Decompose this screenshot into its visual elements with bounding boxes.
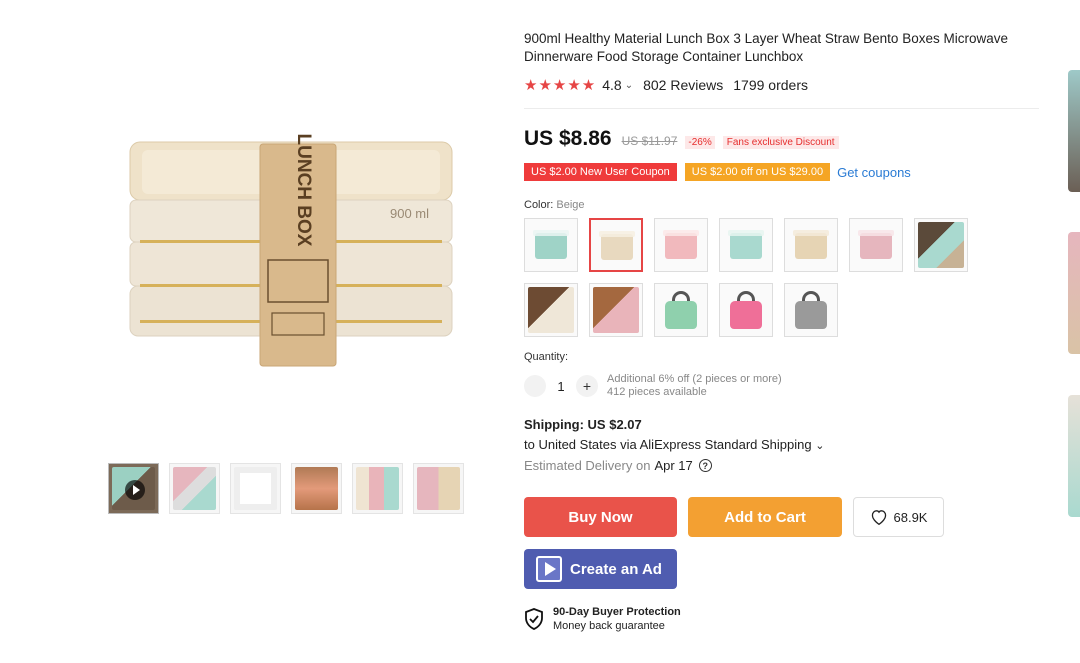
price-row: US $8.86 US $11.97 -26% Fans exclusive D… (524, 127, 1044, 151)
main-product-image[interactable]: LUNCH BOX 900 ml (100, 70, 480, 440)
original-price: US $11.97 (621, 134, 678, 148)
buyer-protection: 90-Day Buyer Protection Money back guara… (524, 605, 1044, 633)
thumbnail-3[interactable] (230, 463, 281, 514)
protection-text: 90-Day Buyer Protection Money back guara… (553, 605, 681, 633)
divider (524, 108, 1039, 109)
shipping-cost: Shipping: US $2.07 (524, 417, 1044, 432)
store-coupon[interactable]: US $2.00 off on US $29.00 (684, 163, 831, 181)
shipping-route-text: to United States via AliExpress Standard… (524, 437, 812, 452)
thumbnail-4[interactable] (291, 463, 342, 514)
recommendation-image-2[interactable] (1068, 232, 1080, 354)
rating-value[interactable]: 4.8 (602, 77, 621, 93)
quantity-value[interactable]: 1 (546, 379, 576, 394)
help-icon[interactable]: ? (698, 459, 712, 472)
fans-discount-badge: Fans exclusive Discount (722, 136, 839, 149)
play-icon (125, 480, 145, 500)
wishlist-button[interactable]: 68.9K (853, 497, 944, 537)
thumbnail-video[interactable] (108, 463, 159, 514)
quantity-increase-button[interactable]: + (576, 375, 598, 397)
thumbnail-strip (108, 463, 464, 514)
recommendation-image-1[interactable] (1068, 70, 1080, 192)
swatch-beige-box-2[interactable] (784, 218, 838, 272)
quantity-label: Quantity: (524, 351, 569, 363)
lid-capacity-text: 900 ml (390, 206, 429, 221)
protection-title: 90-Day Buyer Protection (553, 606, 681, 618)
color-label: Color: Beige (524, 199, 1044, 211)
thumbnail-5[interactable] (352, 463, 403, 514)
discount-badge: -26% (685, 136, 715, 149)
swatch-pink-bag[interactable] (719, 283, 773, 337)
buy-now-button[interactable]: Buy Now (524, 497, 677, 537)
rating-stars-icon: ★★★★★ (524, 77, 597, 94)
thumbnail-6[interactable] (413, 463, 464, 514)
wishlist-count: 68.9K (893, 509, 928, 525)
color-swatches (524, 218, 1044, 337)
band-brand-text: LUNCH BOX (293, 134, 314, 247)
swatch-pink-box-2[interactable] (849, 218, 903, 272)
product-info: 900ml Healthy Material Lunch Box 3 Layer… (524, 30, 1044, 633)
orders-count: 1799 orders (733, 77, 808, 93)
new-user-coupon[interactable]: US $2.00 New User Coupon (524, 163, 677, 181)
swatch-scene-3[interactable] (589, 283, 643, 337)
swatch-beige-box[interactable] (589, 218, 643, 272)
reviews-link[interactable]: 802 Reviews (643, 77, 723, 93)
thumbnail-2[interactable] (169, 463, 220, 514)
current-price: US $8.86 (524, 127, 612, 150)
heart-icon (871, 510, 886, 525)
shipping-title: Shipping: US $2.07 (524, 417, 642, 432)
delivery-date: Apr 17 (654, 458, 693, 473)
shield-check-icon (525, 608, 543, 630)
swatch-green-box[interactable] (524, 218, 578, 272)
product-title: 900ml Healthy Material Lunch Box 3 Layer… (524, 31, 1008, 64)
create-ad-label: Create an Ad (570, 560, 662, 578)
action-buttons: Buy Now Add to Cart 68.9K (524, 497, 1044, 537)
chevron-down-icon: ⌄ (815, 440, 825, 452)
swatch-scene-2[interactable] (524, 283, 578, 337)
selected-color: Beige (556, 199, 585, 211)
shipping-route[interactable]: to United States via AliExpress Standard… (524, 437, 1044, 452)
quantity-decrease-button[interactable] (524, 375, 546, 397)
quantity-stepper: 1 + Additional 6% off (2 pieces or more)… (524, 373, 1044, 399)
swatch-scene-1[interactable] (914, 218, 968, 272)
add-to-cart-button[interactable]: Add to Cart (688, 497, 842, 537)
estimated-delivery: Estimated Delivery on Apr 17 ? (524, 458, 1044, 473)
swatch-mint-box[interactable] (719, 218, 773, 272)
protection-subtitle: Money back guarantee (553, 620, 665, 632)
stock-available: 412 pieces available (607, 386, 707, 398)
chevron-down-icon[interactable]: ⌄ (625, 80, 633, 91)
swatch-gray-bag[interactable] (784, 283, 838, 337)
quantity-note: Additional 6% off (2 pieces or more) 412… (607, 373, 782, 399)
bulk-discount-note: Additional 6% off (2 pieces or more) (607, 373, 782, 385)
swatch-green-bag[interactable] (654, 283, 708, 337)
get-coupons-link[interactable]: Get coupons (837, 165, 911, 180)
rating-row: ★★★★★ 4.8 ⌄ 802 Reviews 1799 orders (524, 76, 1044, 94)
play-icon (536, 556, 562, 582)
color-label-text: Color: (524, 199, 554, 211)
coupon-row: US $2.00 New User Coupon US $2.00 off on… (524, 163, 1044, 181)
create-ad-button[interactable]: Create an Ad (524, 549, 677, 589)
recommendation-image-3[interactable] (1068, 395, 1080, 517)
swatch-pink-box[interactable] (654, 218, 708, 272)
delivery-label: Estimated Delivery on (524, 458, 651, 473)
